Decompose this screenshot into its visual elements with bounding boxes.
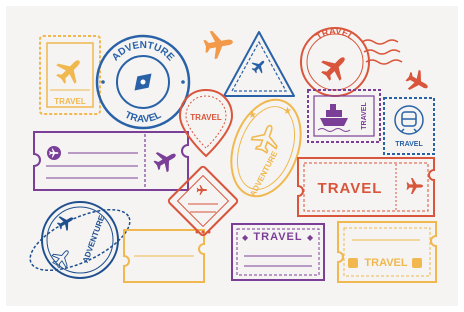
oval-label: ADVENTURE [248,149,280,198]
oval-adventure-stamp: ADVENTURE ★ ★ [230,98,302,198]
ticket-red-airplane-icon [406,178,423,194]
travel-ticket-stamp: TRAVEL [297,157,435,217]
train-icon [400,111,418,133]
orbit-stamp: ADVENTURE [29,201,131,279]
yellow-wide-ticket [123,229,205,283]
oval-airplane-icon [248,120,284,157]
purple-ribbon-stamp: TRAVEL ◆ ◆ [231,223,325,281]
ship-label: TRAVEL [361,102,368,130]
triangle-airplane-icon [248,56,269,77]
canvas: TRAVEL ADVENTURE TRAVEL TRAVEL TRAVEL TR… [0,0,464,312]
orbit-label: ADVENTURE [81,214,107,264]
postmark-airplane-icon [316,48,354,86]
stamps-illustration: TRAVEL ADVENTURE TRAVEL TRAVEL TRAVEL TR… [29,26,437,283]
postmark-stamp: TRAVEL [300,26,403,97]
svg-text:◆: ◆ [307,233,314,242]
diamond-stamp [167,165,239,237]
ribbon-label: TRAVEL [253,231,302,243]
train-stamp: TRAVEL [383,97,435,155]
purple-ticket-stamp [33,131,189,191]
ship-stamp: TRAVEL [307,89,381,143]
yellow-ticket-label: TRAVEL [364,257,407,269]
svg-text:◆: ◆ [242,233,249,242]
ship-icon [320,104,348,126]
orange-airplane-icon [202,27,236,61]
airplane-icon [51,51,89,89]
pin-label: TRAVEL [190,113,222,122]
plane-square-stamp: TRAVEL [39,35,101,115]
adventure-circle-bottom-text: TRAVEL [123,110,163,125]
svg-text:★: ★ [283,106,292,117]
triangle-stamp [223,31,295,97]
orbit-airplane-top-icon [54,211,77,234]
train-label: TRAVEL [395,141,423,148]
adventure-circle-stamp: ADVENTURE TRAVEL [95,34,191,130]
ticket-travel-label: TRAVEL [318,180,383,197]
plane-square-label: TRAVEL [54,97,86,106]
purple-airplane-icon [150,144,182,176]
red-airplane-icon [402,66,434,98]
pin-stamp: TRAVEL [178,88,234,158]
svg-text:★: ★ [248,110,257,121]
yellow-travel-ticket: TRAVEL [337,221,437,283]
diamond-airplane-icon [196,185,207,195]
